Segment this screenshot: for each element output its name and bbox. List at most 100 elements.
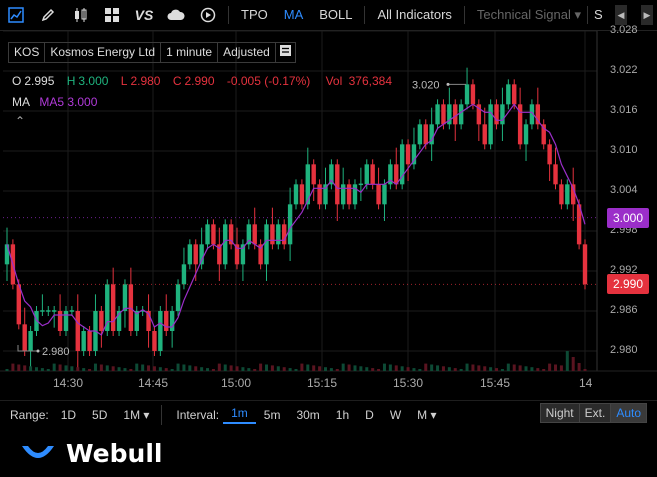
indicator-boll[interactable]: BOLL xyxy=(311,0,360,30)
candle-body xyxy=(128,284,134,331)
change-value: -0.005 (-0.17%) xyxy=(226,74,311,88)
interval-30m[interactable]: 30m xyxy=(288,408,327,422)
candle-body xyxy=(358,183,364,186)
candle-body xyxy=(81,331,86,351)
interval-selector[interactable]: 1 minute xyxy=(161,42,219,63)
volume-bar xyxy=(270,365,274,371)
volume-bar xyxy=(388,364,392,371)
candle-body xyxy=(441,104,446,125)
ticker-label[interactable]: KOS xyxy=(8,42,46,63)
scroll-right-icon[interactable]: ▶ xyxy=(641,5,653,25)
volume-bar xyxy=(93,363,97,371)
volume-bar xyxy=(194,366,198,371)
volume-bar xyxy=(52,363,56,371)
interval-1m[interactable]: 1m xyxy=(223,406,256,424)
candle-body xyxy=(506,84,511,105)
volume-bar xyxy=(241,367,245,371)
volume-bar xyxy=(206,368,210,371)
volume-bar xyxy=(518,365,522,371)
pencil-icon[interactable] xyxy=(32,0,64,30)
candle-body xyxy=(152,331,157,351)
volume-bar xyxy=(341,363,345,371)
session-ext-button[interactable]: Ext. xyxy=(579,404,612,422)
candle-body xyxy=(122,284,128,311)
candle-body xyxy=(405,144,411,165)
volume-bar xyxy=(394,365,398,371)
collapse-legend-icon[interactable]: ⌃ xyxy=(15,114,25,128)
indicator-ma[interactable]: MA xyxy=(276,0,312,30)
volume-bar xyxy=(506,363,510,371)
volume-bar xyxy=(318,366,322,371)
volume-bar xyxy=(583,369,587,371)
candle-body xyxy=(335,164,340,205)
volume-bar xyxy=(565,351,569,371)
cloud-icon[interactable] xyxy=(160,0,192,30)
settings-list-icon[interactable] xyxy=(275,42,296,63)
candle-body xyxy=(282,224,287,245)
volume-bar xyxy=(129,369,133,371)
close-label: C xyxy=(172,74,182,88)
low-label: L xyxy=(120,74,128,88)
candle-body xyxy=(311,164,316,185)
volume-bar xyxy=(453,368,457,371)
volume-bar xyxy=(147,365,151,371)
candle-body xyxy=(164,311,169,331)
candle-body xyxy=(252,224,257,245)
interval-5m[interactable]: 5m xyxy=(256,408,289,422)
interval-m-dropdown[interactable]: M ▾ xyxy=(409,408,444,422)
volume-bar xyxy=(495,368,499,371)
candle-body xyxy=(376,184,381,205)
volume-bar xyxy=(382,363,386,371)
widgets-icon[interactable] xyxy=(96,0,128,30)
candle-body xyxy=(470,84,476,105)
adjust-selector[interactable]: Adjusted xyxy=(218,42,276,63)
ma5-value: MA5 3.000 xyxy=(39,95,98,109)
volume-value: 376,384 xyxy=(348,74,393,88)
candle-body xyxy=(523,124,529,145)
candle-body xyxy=(169,311,175,331)
range-1d[interactable]: 1D xyxy=(53,408,84,422)
technical-signal-dropdown[interactable]: Technical Signal ▾ xyxy=(469,0,583,30)
range-1m-dropdown[interactable]: 1M ▾ xyxy=(115,408,157,422)
candle-body xyxy=(99,311,104,331)
volume-bar xyxy=(465,363,469,371)
volume-bar xyxy=(353,365,357,371)
candle-body xyxy=(40,310,45,312)
price-tick-label: 3.028 xyxy=(610,24,638,36)
session-night-button[interactable]: Night xyxy=(540,404,580,422)
high-label: H xyxy=(66,74,76,88)
candle-body xyxy=(299,184,305,205)
candle-body xyxy=(582,244,588,285)
interval-1h[interactable]: 1h xyxy=(328,408,357,422)
candlestick-icon[interactable] xyxy=(64,0,96,30)
replay-icon[interactable] xyxy=(192,0,224,30)
candle-body xyxy=(370,164,375,185)
interval-w[interactable]: W xyxy=(382,408,409,422)
scroll-left-icon[interactable]: ◀ xyxy=(615,5,627,25)
session-auto-button[interactable]: Auto xyxy=(611,404,646,422)
candle-body xyxy=(175,284,181,311)
all-indicators-button[interactable]: All Indicators xyxy=(369,0,459,30)
trend-line-icon[interactable] xyxy=(0,0,32,30)
open-value: 2.995 xyxy=(24,74,55,88)
toolbar-divider xyxy=(587,6,589,24)
vs-compare-icon[interactable]: VS xyxy=(128,0,160,30)
range-5d[interactable]: 5D xyxy=(84,408,115,422)
volume-bar xyxy=(441,366,445,371)
candle-body xyxy=(110,284,116,331)
volume-bar xyxy=(176,363,180,371)
price-axis[interactable]: 3.028 3.022 3.016 3.010 3.004 2.998 2.992 2.986… xyxy=(598,24,657,371)
range-label: Range: xyxy=(10,408,49,422)
volume-bar xyxy=(329,368,333,371)
volume-bar xyxy=(58,364,62,371)
candle-body xyxy=(453,104,458,125)
candle-body xyxy=(75,311,80,351)
volume-bar xyxy=(117,367,121,371)
price-tick-label: 2.986 xyxy=(610,304,638,316)
volume-bar xyxy=(554,364,558,371)
volume-bar xyxy=(135,363,139,371)
interval-d[interactable]: D xyxy=(357,408,382,422)
toolbar-overflow-item[interactable]: S xyxy=(592,0,605,30)
indicator-tpo[interactable]: TPO xyxy=(233,0,276,30)
volume-bar xyxy=(247,368,251,371)
